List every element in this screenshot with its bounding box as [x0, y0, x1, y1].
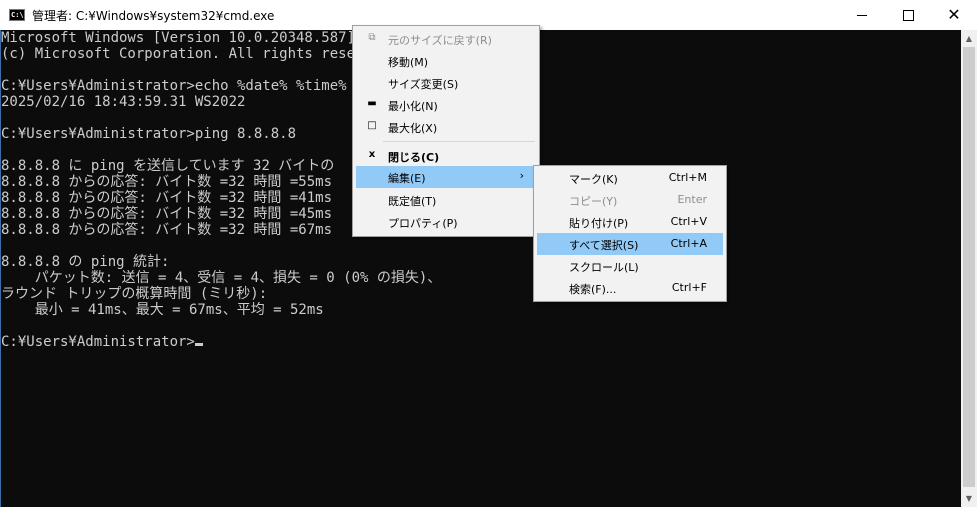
menu-item-label: 最大化(X) [388, 122, 438, 135]
menu-item-scroll[interactable]: スクロール(L) [537, 255, 723, 277]
menu-item-edit[interactable]: 編集(E) › [356, 166, 536, 188]
console-line: 8.8.8.8 からの応答: バイト数 =32 時間 =41ms [1, 190, 333, 206]
maximize-icon [902, 9, 914, 21]
edit-submenu: マーク(K) Ctrl+M コピー(Y) Enter 貼り付け(P) Ctrl+… [533, 165, 727, 302]
console-line: 8.8.8.8 からの応答: バイト数 =32 時間 =55ms [1, 174, 333, 190]
console-line: 8.8.8.8 からの応答: バイト数 =32 時間 =67ms [1, 222, 333, 238]
vertical-scrollbar[interactable]: ▲ ▼ [961, 30, 977, 507]
menu-item-label: 検索(F)... [569, 283, 617, 296]
menu-separator [383, 141, 535, 142]
menu-item-size[interactable]: サイズ変更(S) [356, 72, 536, 94]
shortcut-label: Ctrl+A [670, 237, 707, 250]
shortcut-label: Ctrl+V [670, 215, 707, 228]
scroll-thumb[interactable] [963, 47, 975, 487]
console-line: Microsoft Windows [Version 10.0.20348.58… [1, 30, 356, 46]
window-title: 管理者: C:¥Windows¥system32¥cmd.exe [32, 9, 275, 23]
minimize-button[interactable] [839, 0, 885, 30]
menu-item-label: 元のサイズに戻す(R) [388, 34, 492, 47]
menu-item-label: マーク(K) [569, 173, 618, 186]
maximize-button[interactable] [885, 0, 931, 30]
console-line: ラウンド トリップの概算時間 (ミリ秒): [1, 286, 268, 302]
console-prompt[interactable]: C:¥Users¥Administrator> [1, 334, 203, 350]
shortcut-label: Ctrl+M [668, 171, 707, 184]
menu-item-copy[interactable]: コピー(Y) Enter [537, 189, 723, 211]
menu-item-maximize[interactable]: □ 最大化(X) [356, 116, 536, 138]
minimize-icon: ▬ [367, 98, 377, 109]
menu-item-restore[interactable]: ⧉ 元のサイズに戻す(R) [356, 28, 536, 50]
menu-item-close[interactable]: x 閉じる(C) [356, 145, 536, 167]
menu-item-label: 貼り付け(P) [569, 217, 629, 230]
menu-item-defaults[interactable]: 既定値(T) [356, 189, 536, 211]
menu-item-label: 既定値(T) [388, 195, 437, 208]
menu-item-find[interactable]: 検索(F)... Ctrl+F [537, 277, 723, 299]
menu-item-properties[interactable]: プロパティ(P) [356, 211, 536, 233]
menu-item-move[interactable]: 移動(M) [356, 50, 536, 72]
prompt-text: C:¥Users¥Administrator> [1, 334, 195, 350]
shortcut-label: Enter [677, 193, 707, 206]
menu-item-label: コピー(Y) [569, 195, 618, 208]
menu-item-label: スクロール(L) [569, 261, 639, 274]
menu-item-label: プロパティ(P) [388, 217, 458, 230]
scroll-up-icon[interactable]: ▲ [961, 30, 977, 47]
console-line: C:¥Users¥Administrator>echo %date% %time… [1, 78, 372, 94]
chevron-right-icon: › [519, 169, 524, 182]
close-icon: x [368, 149, 376, 160]
text-cursor [194, 343, 203, 346]
menu-item-label: 閉じる(C) [388, 151, 440, 164]
menu-item-label: すべて選択(S) [569, 239, 639, 252]
console-line: C:¥Users¥Administrator>ping 8.8.8.8 [1, 126, 297, 142]
console-line: 8.8.8.8 からの応答: バイト数 =32 時間 =45ms [1, 206, 333, 222]
close-icon: ✕ [947, 5, 961, 24]
restore-icon: ⧉ [368, 32, 376, 43]
menu-item-label: 最小化(N) [388, 100, 438, 113]
menu-item-minimize[interactable]: ▬ 最小化(N) [356, 94, 536, 116]
menu-item-label: 移動(M) [388, 56, 429, 69]
menu-item-select-all[interactable]: すべて選択(S) Ctrl+A [537, 233, 723, 255]
close-button[interactable]: ✕ [931, 0, 977, 30]
shortcut-label: Ctrl+F [671, 281, 707, 294]
menu-item-label: サイズ変更(S) [388, 78, 459, 91]
cmd-app-icon[interactable]: C:\ [9, 9, 25, 21]
system-menu: ⧉ 元のサイズに戻す(R) 移動(M) サイズ変更(S) ▬ 最小化(N) □ … [352, 25, 540, 237]
menu-item-paste[interactable]: 貼り付け(P) Ctrl+V [537, 211, 723, 233]
console-line: パケット数: 送信 = 4、受信 = 4、損失 = 0 (0% の損失)、 [1, 270, 442, 286]
console-line: 2025/02/16 18:43:59.31 WS2022 [1, 94, 246, 110]
scroll-down-icon[interactable]: ▼ [961, 490, 977, 507]
maximize-icon: □ [367, 120, 377, 131]
console-line: 8.8.8.8 の ping 統計: [1, 254, 170, 270]
minimize-icon [857, 14, 867, 16]
console-line: 最小 = 41ms、最大 = 67ms、平均 = 52ms [1, 302, 324, 318]
menu-item-label: 編集(E) [388, 172, 426, 185]
console-line: (c) Microsoft Corporation. All rights re… [1, 46, 372, 62]
menu-item-mark[interactable]: マーク(K) Ctrl+M [537, 167, 723, 189]
console-line: 8.8.8.8 に ping を送信しています 32 バイトの [1, 158, 335, 174]
